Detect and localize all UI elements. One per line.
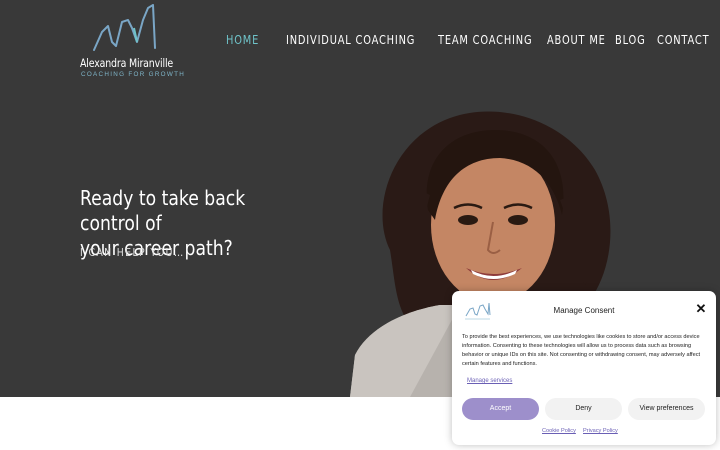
close-icon[interactable]: ✕ xyxy=(695,302,707,315)
view-preferences-button[interactable]: View preferences xyxy=(628,398,705,420)
accept-button[interactable]: Accept xyxy=(462,398,539,420)
consent-title: Manage Consent xyxy=(553,306,615,315)
consent-body-text: To provide the best experiences, we use … xyxy=(462,334,701,367)
page: Alexandra Miranville COACHING FOR GROWTH… xyxy=(0,0,720,450)
nav-item-blog[interactable]: BLOG xyxy=(615,33,646,47)
cookie-policy-link[interactable]: Cookie Policy xyxy=(542,428,576,434)
nav-item-about-me[interactable]: ABOUT ME xyxy=(547,33,606,47)
nav-item-home[interactable]: HOME xyxy=(226,33,259,47)
brand-tagline: COACHING FOR GROWTH xyxy=(81,71,186,78)
wave-line-logo-icon xyxy=(93,4,156,51)
site-logo[interactable]: Alexandra Miranville COACHING FOR GROWTH xyxy=(80,4,184,78)
hero-headline-line1: Ready to take back control of xyxy=(80,186,246,235)
brand-name: Alexandra Miranville xyxy=(80,56,174,70)
main-nav: HOME INDIVIDUAL COACHING TEAM COACHING A… xyxy=(226,33,720,47)
hero-subline: I CAN HELP YOU… xyxy=(80,246,185,259)
consent-dialog: Manage Consent ✕ To provide the best exp… xyxy=(452,291,716,445)
privacy-policy-link[interactable]: Privacy Policy xyxy=(583,428,618,434)
deny-button[interactable]: Deny xyxy=(545,398,622,420)
nav-item-team-coaching[interactable]: TEAM COACHING xyxy=(438,33,532,47)
manage-services-link[interactable]: Manage services xyxy=(467,378,512,384)
nav-item-contact[interactable]: CONTACT xyxy=(657,33,709,47)
nav-item-individual-coaching[interactable]: INDIVIDUAL COACHING xyxy=(286,33,415,47)
